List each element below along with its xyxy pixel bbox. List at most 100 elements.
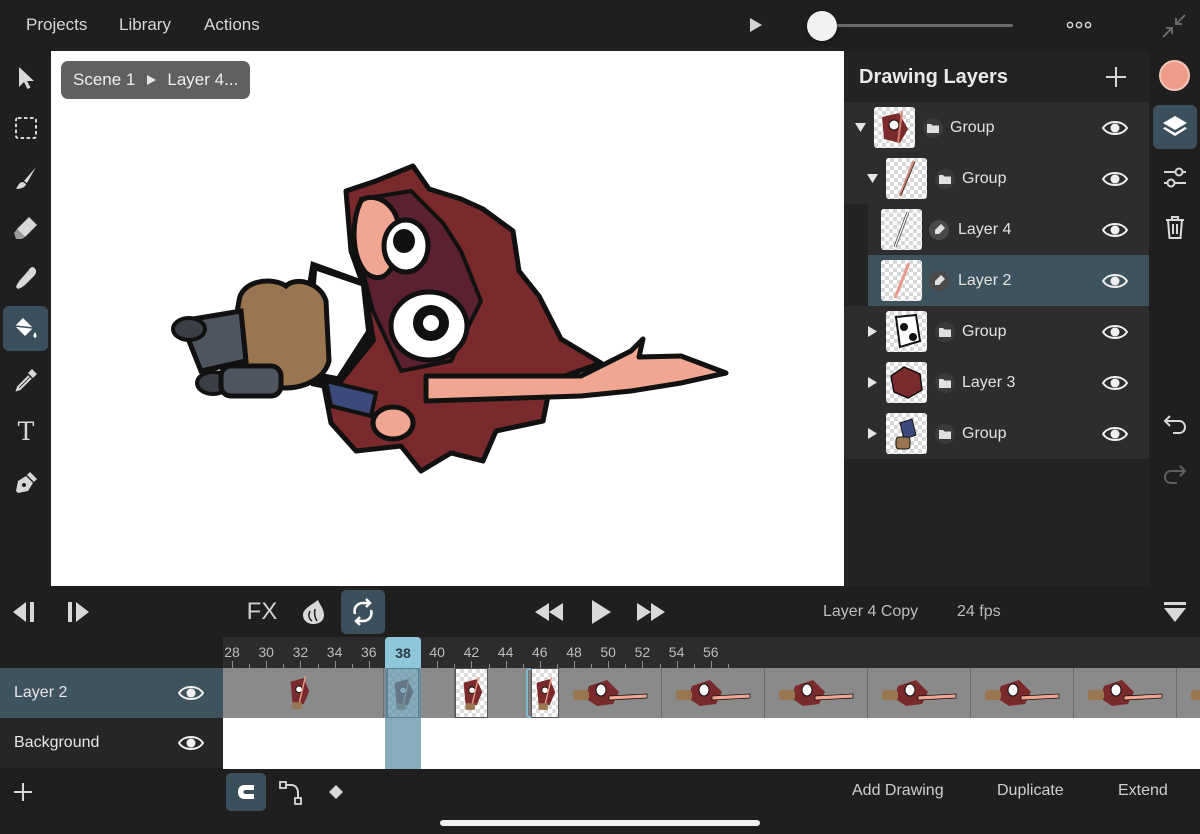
track-name: Background xyxy=(14,734,100,751)
eye-icon[interactable] xyxy=(1102,219,1128,241)
frame-tick xyxy=(642,661,644,668)
fps-setting[interactable]: 24 fps xyxy=(957,603,1001,621)
expanded-triangle-icon[interactable] xyxy=(854,121,867,134)
frame-cell[interactable] xyxy=(531,668,559,718)
add-track-button[interactable] xyxy=(3,773,43,811)
more-options-icon[interactable] xyxy=(1066,18,1092,32)
eye-icon[interactable] xyxy=(1102,270,1128,292)
frame-cell[interactable] xyxy=(455,668,488,718)
adjustments-button[interactable] xyxy=(1153,156,1197,200)
layer-name: Group xyxy=(962,170,1007,187)
duplicate-button[interactable]: Duplicate xyxy=(997,782,1064,800)
frame-cell[interactable] xyxy=(1074,668,1177,718)
frame-cell[interactable] xyxy=(223,668,384,718)
collapsed-triangle-icon[interactable] xyxy=(866,427,879,440)
skip-to-start-icon xyxy=(13,602,34,622)
frame-ruler[interactable]: 28303234363840424446485052545638 xyxy=(223,637,1200,668)
bottom-bar: Add Drawing Duplicate Extend xyxy=(0,769,1200,834)
frame-cell[interactable] xyxy=(559,668,662,718)
motion-path-button[interactable] xyxy=(271,773,311,811)
play-preview-icon[interactable] xyxy=(747,16,765,34)
collapsed-triangle-icon[interactable] xyxy=(866,325,879,338)
fill-tool[interactable] xyxy=(3,306,48,351)
timeline-collapse-button[interactable] xyxy=(1153,590,1197,634)
track-layer-2[interactable] xyxy=(223,668,1200,718)
path-nodes-icon xyxy=(279,781,302,805)
layer-row[interactable]: Layer 4 xyxy=(868,204,1149,255)
frame-cell[interactable] xyxy=(1177,668,1200,718)
pen-tool[interactable] xyxy=(3,460,48,505)
frame-cell[interactable] xyxy=(868,668,971,718)
eye-icon[interactable] xyxy=(178,682,204,704)
menu-projects[interactable]: Projects xyxy=(26,15,87,35)
smudge-tool[interactable] xyxy=(3,255,48,300)
scrubber-knob[interactable] xyxy=(806,11,837,41)
layers-button[interactable] xyxy=(1153,105,1197,149)
frame-cell[interactable] xyxy=(765,668,868,718)
play-button[interactable] xyxy=(579,590,623,634)
layer-row[interactable]: Group xyxy=(844,153,1149,204)
redo-button[interactable] xyxy=(1153,452,1197,496)
menu-actions[interactable]: Actions xyxy=(204,15,260,35)
fast-forward-icon xyxy=(637,603,665,621)
eye-icon[interactable] xyxy=(1102,117,1128,139)
collapse-icon[interactable] xyxy=(1161,13,1187,39)
keyframe-button[interactable] xyxy=(316,773,356,811)
eraser-tool[interactable] xyxy=(3,205,48,250)
arrow-cursor-icon xyxy=(18,66,34,89)
loop-button[interactable] xyxy=(341,590,385,634)
playhead-frame[interactable]: 38 xyxy=(385,637,421,668)
track-background[interactable] xyxy=(223,718,1200,769)
layer-row[interactable]: Group xyxy=(844,102,1149,153)
track-label[interactable]: Background xyxy=(0,718,223,768)
brush-tool[interactable] xyxy=(3,155,48,200)
current-layer-name[interactable]: Layer 4 Copy xyxy=(823,603,918,621)
frame-cell[interactable] xyxy=(419,668,455,718)
expanded-triangle-icon[interactable] xyxy=(866,172,879,185)
eye-icon[interactable] xyxy=(1102,423,1128,445)
frame-tick xyxy=(368,661,370,668)
text-tool[interactable]: T xyxy=(3,408,48,453)
top-bar: Projects Library Actions xyxy=(0,0,1200,50)
extend-button[interactable]: Extend xyxy=(1118,782,1168,800)
layer-name: Group xyxy=(962,323,1007,340)
onion-skin-button[interactable] xyxy=(291,590,335,634)
eye-icon[interactable] xyxy=(178,732,204,754)
layer-name: Layer 4 xyxy=(958,221,1012,238)
layer-row[interactable]: Group xyxy=(844,306,1149,357)
layer-row[interactable]: Layer 2 xyxy=(868,255,1149,306)
delete-button[interactable] xyxy=(1153,205,1197,249)
eye-icon[interactable] xyxy=(1102,372,1128,394)
frame-cell[interactable] xyxy=(971,668,1074,718)
marquee-tool[interactable] xyxy=(3,105,48,150)
add-layer-icon[interactable] xyxy=(1103,64,1129,90)
select-tool[interactable] xyxy=(3,55,48,100)
eye-icon[interactable] xyxy=(1102,168,1128,190)
fx-button[interactable]: FX xyxy=(240,590,284,634)
previous-keyframe-button[interactable] xyxy=(2,590,46,634)
eye-icon[interactable] xyxy=(1102,321,1128,343)
rewind-button[interactable] xyxy=(527,590,571,634)
collapsed-triangle-icon[interactable] xyxy=(866,376,879,389)
snap-button[interactable] xyxy=(226,773,266,811)
breadcrumb-layer[interactable]: Layer 4... xyxy=(167,70,238,90)
breadcrumb-scene[interactable]: Scene 1 xyxy=(73,70,135,90)
fast-forward-button[interactable] xyxy=(629,590,673,634)
current-color-swatch[interactable] xyxy=(1159,60,1190,91)
layer-row[interactable]: Group xyxy=(844,408,1149,459)
eyedropper-tool[interactable] xyxy=(3,357,48,402)
scrubber-track[interactable] xyxy=(818,24,1013,27)
frame-tick xyxy=(300,661,302,668)
frame-tick xyxy=(608,661,610,668)
add-drawing-button[interactable]: Add Drawing xyxy=(852,782,944,800)
drawing-canvas[interactable]: Scene 1 Layer 4... xyxy=(51,51,844,586)
undo-button[interactable] xyxy=(1153,402,1197,446)
frame-cell[interactable] xyxy=(662,668,765,718)
frame-cell[interactable] xyxy=(488,668,528,718)
next-keyframe-button[interactable] xyxy=(56,590,100,634)
breadcrumb[interactable]: Scene 1 Layer 4... xyxy=(61,61,251,99)
rewind-icon xyxy=(535,603,563,621)
track-label[interactable]: Layer 2 xyxy=(0,668,223,718)
layer-row[interactable]: Layer 3 xyxy=(844,357,1149,408)
menu-library[interactable]: Library xyxy=(119,15,171,35)
